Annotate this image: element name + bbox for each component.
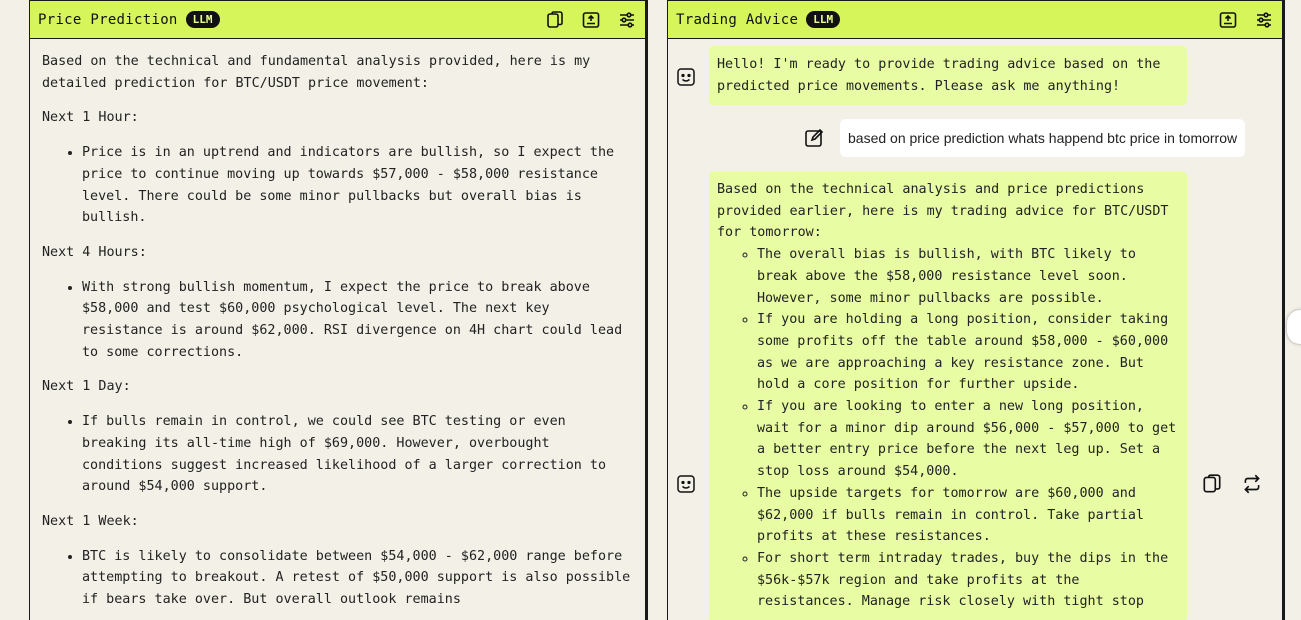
bot-greeting-message: Hello! I'm ready to provide trading advi… bbox=[709, 46, 1187, 106]
llm-badge: LLM bbox=[806, 11, 841, 28]
advice-list: The overall bias is bullish, with BTC li… bbox=[717, 244, 1179, 613]
section-bullet-1d: If bulls remain in control, we could see… bbox=[82, 411, 633, 498]
bot-face-icon bbox=[676, 67, 696, 87]
advice-item: If you are holding a long position, cons… bbox=[757, 309, 1179, 396]
section-bullet-1w: BTC is likely to consolidate between $54… bbox=[82, 546, 633, 611]
regenerate-icon[interactable] bbox=[1241, 473, 1263, 495]
advice-item: For short term intraday trades, buy the … bbox=[757, 548, 1179, 613]
section-heading-1h: Next 1 Hour: bbox=[42, 110, 139, 126]
export-icon[interactable] bbox=[1218, 10, 1238, 30]
panel-title: Price Prediction bbox=[38, 11, 178, 28]
user-message: based on price prediction whats happend … bbox=[840, 119, 1246, 157]
user-message-text: based on price prediction whats happend … bbox=[848, 130, 1238, 146]
advice-item: The overall bias is bullish, with BTC li… bbox=[757, 244, 1179, 309]
sliders-icon[interactable] bbox=[1254, 10, 1274, 30]
section-bullet-1h: Price is in an uptrend and indicators ar… bbox=[82, 142, 633, 229]
prediction-intro: Based on the technical and fundamental a… bbox=[42, 54, 591, 91]
copy-icon[interactable] bbox=[1201, 473, 1223, 495]
bot-face-icon bbox=[676, 474, 696, 494]
trading-advice-header: Trading Advice LLM bbox=[668, 1, 1282, 39]
edit-icon[interactable] bbox=[803, 127, 825, 149]
copy-icon[interactable] bbox=[545, 10, 565, 30]
panel-title: Trading Advice bbox=[676, 11, 799, 28]
section-heading-1w: Next 1 Week: bbox=[42, 513, 139, 529]
bot-advice-message: Based on the technical analysis and pric… bbox=[709, 172, 1187, 620]
advice-item: The upside targets for tomorrow are $60,… bbox=[757, 483, 1179, 548]
price-prediction-header: Price Prediction LLM bbox=[30, 1, 645, 39]
greeting-text: Hello! I'm ready to provide trading advi… bbox=[717, 57, 1161, 94]
advice-intro: Based on the technical analysis and pric… bbox=[717, 182, 1169, 241]
advice-item: If you are looking to enter a new long p… bbox=[757, 396, 1179, 483]
section-bullet-4h: With strong bullish momentum, I expect t… bbox=[82, 277, 633, 364]
llm-badge: LLM bbox=[185, 11, 220, 28]
section-heading-4h: Next 4 Hours: bbox=[42, 244, 147, 260]
sliders-icon[interactable] bbox=[617, 10, 637, 30]
export-icon[interactable] bbox=[581, 10, 601, 30]
section-heading-1d: Next 1 Day: bbox=[42, 379, 131, 395]
price-prediction-panel: Price Prediction LLM Based on the techni… bbox=[29, 0, 646, 620]
prediction-content: Based on the technical and fundamental a… bbox=[30, 39, 645, 620]
side-widget-handle[interactable] bbox=[1287, 310, 1301, 344]
trading-advice-panel: Trading Advice LLM Hello! I'm ready to p… bbox=[667, 0, 1283, 620]
